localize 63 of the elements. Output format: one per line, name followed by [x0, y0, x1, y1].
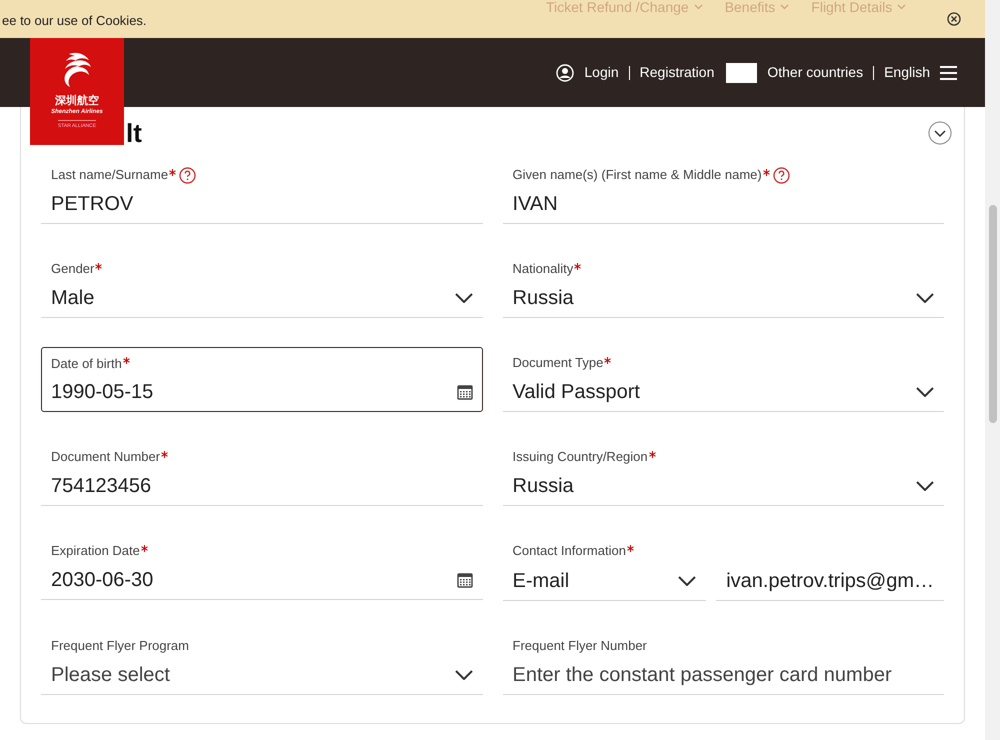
select-field[interactable]: Gender Male — [41, 253, 482, 318]
field-value: 2030-06-30 — [51, 568, 154, 593]
field-label: Document Type — [512, 354, 604, 372]
registration-link[interactable]: Registration — [640, 62, 714, 83]
email-field[interactable]: ivan.petrov.trips@gm… — [716, 561, 944, 601]
chevron-down-icon — [678, 576, 696, 586]
chevron-circle-icon[interactable] — [928, 121, 952, 145]
close-icon[interactable] — [947, 12, 961, 26]
field-label: Nationality — [512, 260, 574, 278]
field-value: 1990-05-15 — [51, 380, 154, 406]
field-label: Date of birth — [51, 355, 122, 374]
placeholder-text: Enter the constant passenger card number — [512, 663, 892, 688]
field-value: Russia — [512, 286, 574, 311]
select-field[interactable]: Issuing Country/Region Russia — [502, 441, 944, 506]
date-field[interactable]: Date of birth 1990-05-15 — [41, 347, 482, 412]
calendar-icon — [456, 572, 472, 588]
login-link[interactable]: Login — [584, 62, 619, 83]
field-value: ivan.petrov.trips@gm… — [726, 568, 934, 594]
contact-select[interactable]: E-mail — [502, 561, 706, 601]
chevron-down-icon — [454, 293, 472, 303]
field-value: IVAN — [512, 192, 558, 217]
field-label: Document Number — [51, 448, 160, 466]
section-title: lt — [126, 116, 142, 150]
user-icon[interactable] — [556, 64, 574, 82]
field-label: Expiration Date — [51, 542, 140, 560]
help-icon[interactable] — [772, 166, 790, 184]
select-field[interactable]: Nationality Russia — [502, 253, 944, 318]
field-value: Russia — [512, 474, 574, 499]
field-value: Male — [51, 286, 94, 311]
menu-icon[interactable] — [940, 66, 957, 80]
field-label: Last name/Surname — [51, 166, 168, 184]
field-value: 754123456 — [51, 474, 152, 499]
logo-chinese: 深圳航空 — [55, 96, 99, 107]
field-value: PETROV — [51, 192, 134, 217]
chevron-down-icon — [897, 4, 906, 10]
input-field[interactable]: Frequent Flyer Number Enter the constant passenger card number — [502, 630, 944, 695]
field-value: Valid Passport — [512, 380, 640, 405]
input-field[interactable]: Document Number 754123456 — [41, 441, 482, 506]
country-link[interactable]: Other countries — [767, 62, 864, 83]
field-label: Gender — [51, 260, 94, 278]
input-field[interactable]: Last name/Surname PETROV — [41, 159, 482, 224]
flag-placeholder — [726, 62, 758, 82]
date-field[interactable]: Expiration Date 2030-06-30 — [41, 535, 482, 600]
cookie-text: ee to our use of Cookies. — [2, 12, 147, 30]
chevron-down-icon — [780, 4, 790, 10]
chevron-down-icon — [916, 293, 934, 303]
help-icon[interactable] — [179, 166, 196, 184]
language-link[interactable]: English — [884, 62, 930, 83]
placeholder-text: Please select — [51, 663, 170, 688]
chevron-down-icon — [694, 4, 703, 10]
field-label: Contact Information — [512, 542, 626, 560]
chevron-down-icon — [916, 481, 934, 491]
field-label: Frequent Flyer Program — [51, 637, 189, 656]
field-label: Issuing Country/Region — [512, 448, 648, 466]
field-label: Frequent Flyer Number — [512, 637, 647, 656]
field-label: Given name(s) (First name & Middle name) — [512, 166, 762, 184]
select-field[interactable]: Frequent Flyer Program Please select — [41, 630, 482, 695]
chevron-down-icon — [916, 387, 934, 397]
select-field[interactable]: Document Type Valid Passport — [502, 347, 944, 412]
input-field[interactable]: Given name(s) (First name & Middle name) IVAN — [502, 159, 944, 224]
chevron-down-icon — [454, 670, 472, 680]
select-value: E-mail — [512, 568, 570, 594]
calendar-icon — [456, 384, 472, 400]
